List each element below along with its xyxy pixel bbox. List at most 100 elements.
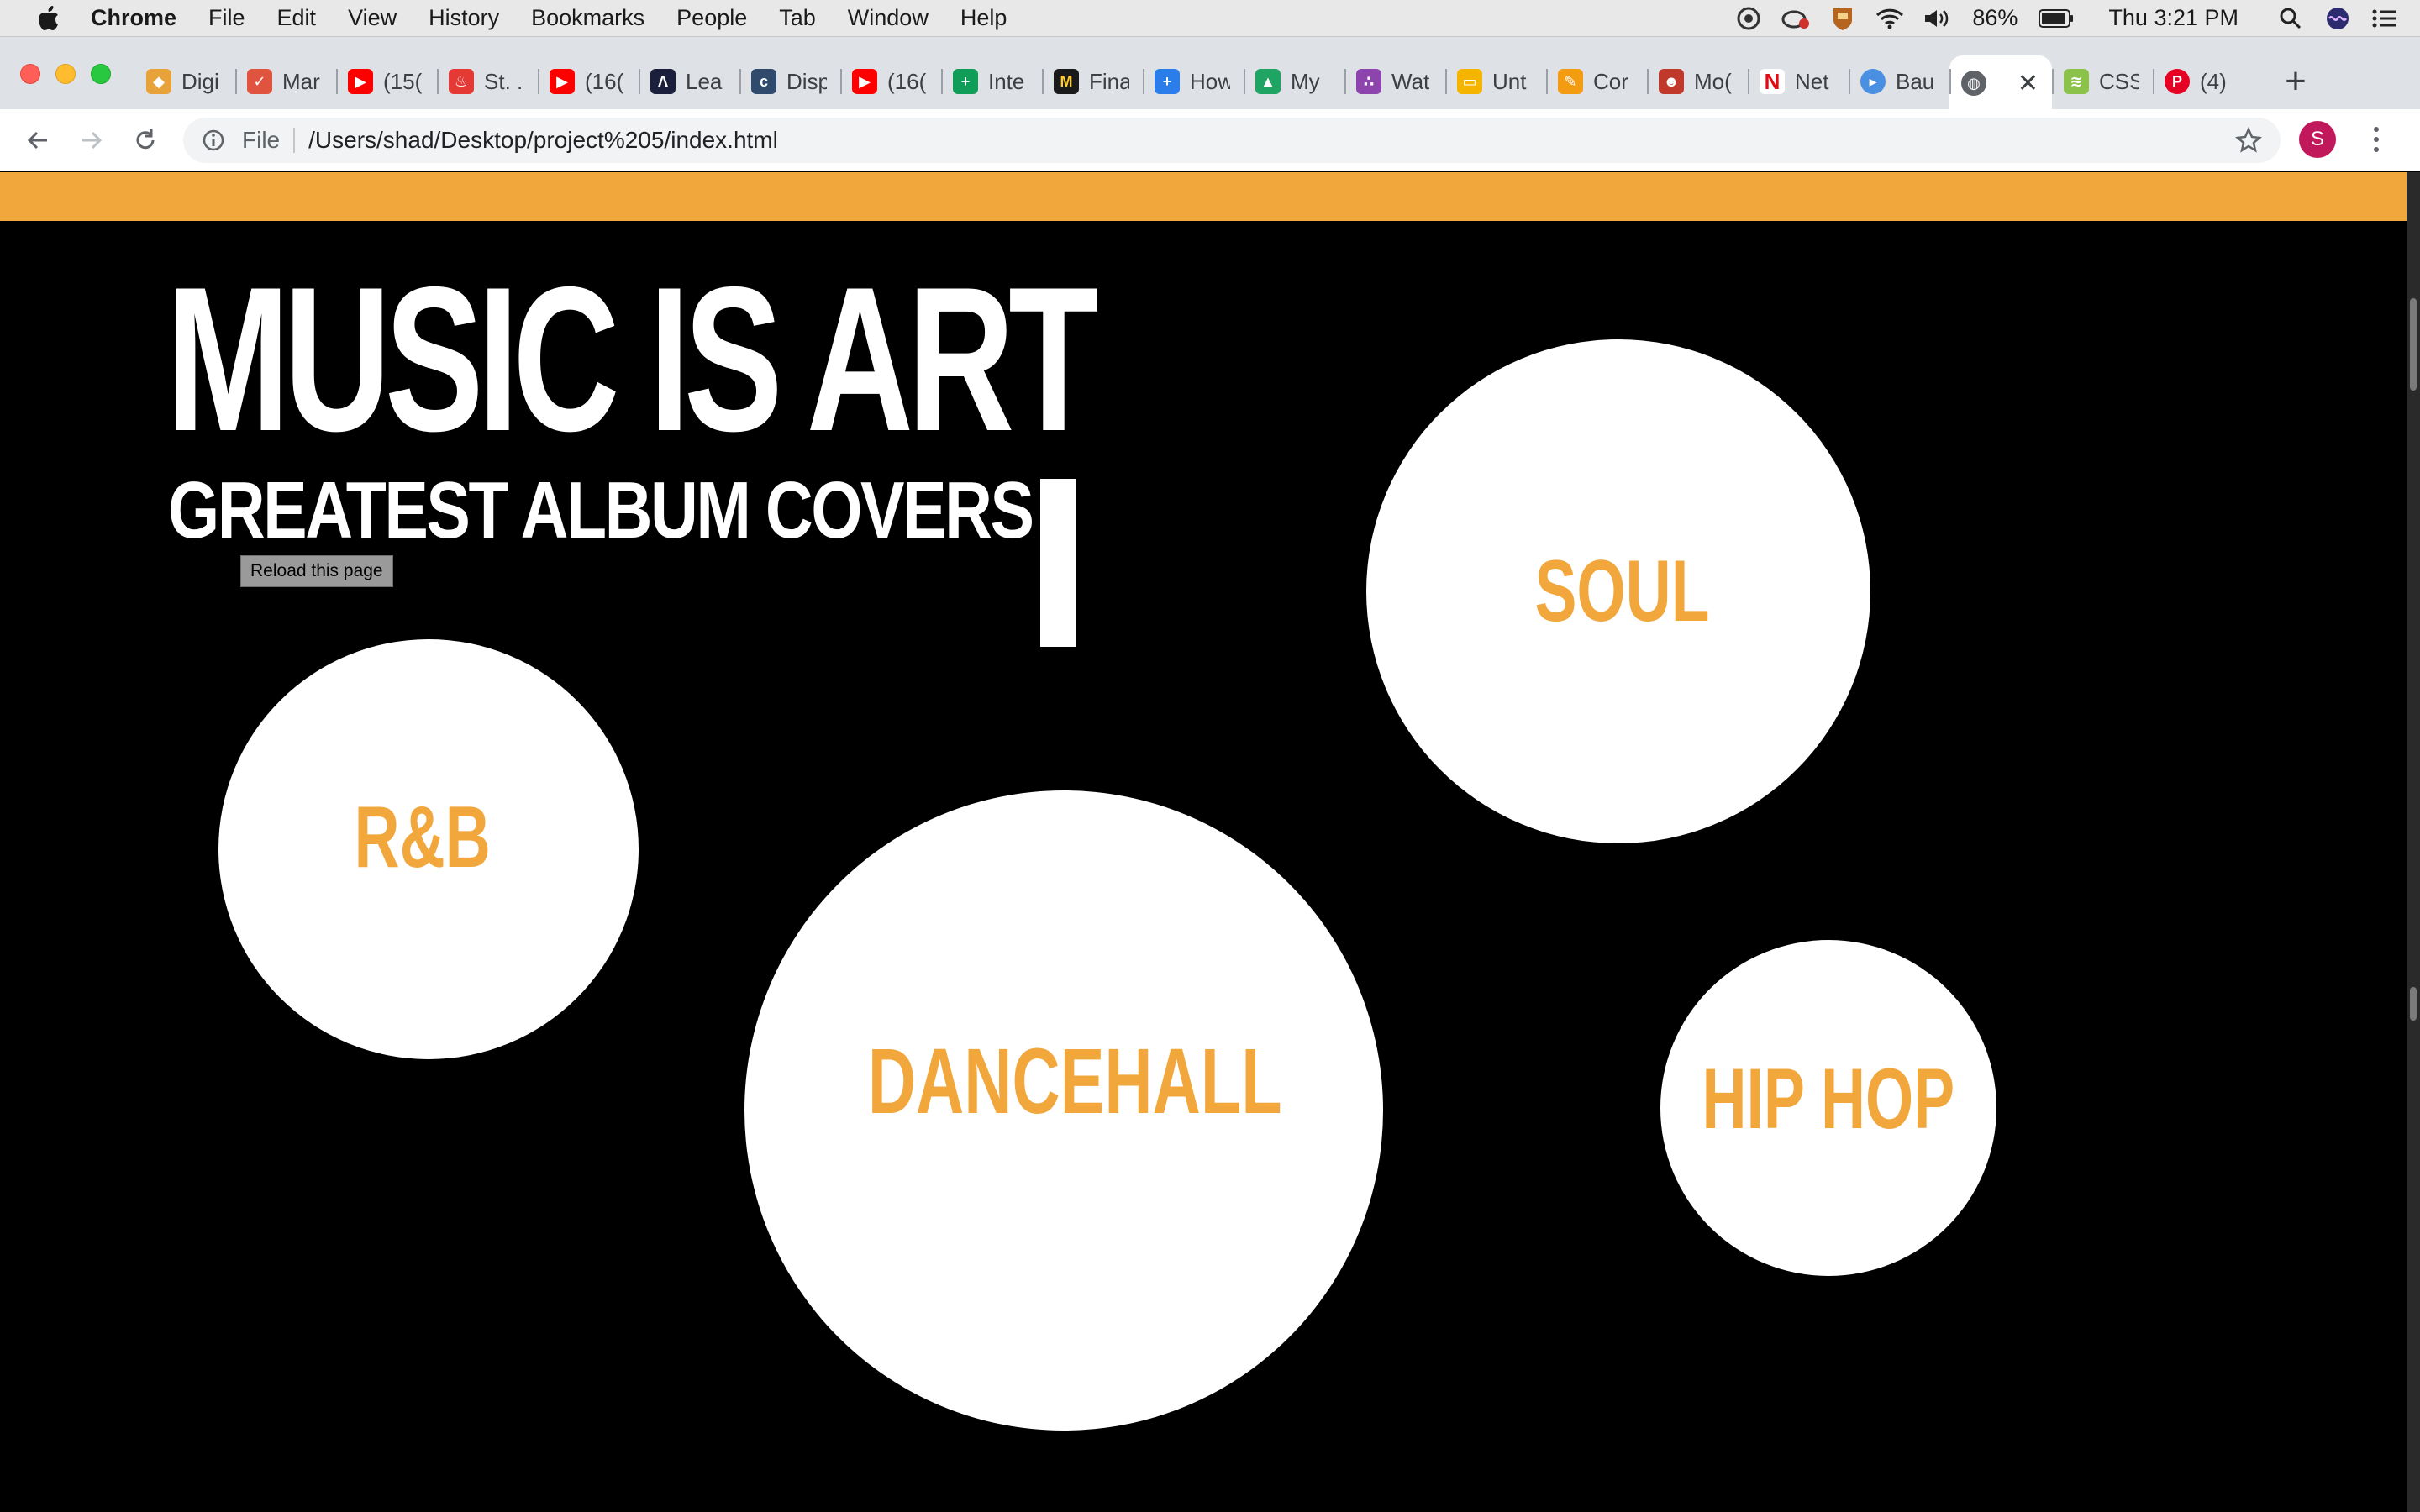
menubar-clock[interactable]: Thu 3:21 PM [2108, 5, 2238, 31]
menu-tab[interactable]: Tab [779, 5, 816, 31]
wifi-icon[interactable] [1875, 5, 1905, 32]
page-subtitle: GREATEST ALBUM COVERS [168, 465, 1034, 555]
menu-view[interactable]: View [348, 5, 397, 31]
checkmark-icon: ✓ [247, 69, 272, 94]
scrollbar-thumb[interactable] [2410, 298, 2417, 391]
tab-title: Inte [988, 68, 1025, 94]
browser-tab[interactable]: ▸ Bau [1849, 55, 1949, 108]
genre-bubble-dancehall[interactable]: DANCEHALL [744, 790, 1383, 1431]
reload-tooltip: Reload this page [240, 555, 393, 587]
apple-icon[interactable] [32, 2, 66, 35]
forward-button[interactable] [71, 119, 113, 161]
browser-tab[interactable]: M Fina [1042, 55, 1143, 108]
spotlight-search-icon[interactable] [2275, 5, 2306, 32]
back-button[interactable] [17, 119, 59, 161]
address-bar[interactable]: File /Users/shad/Desktop/project%205/ind… [183, 118, 2281, 163]
menu-bookmarks[interactable]: Bookmarks [531, 5, 644, 31]
menu-history[interactable]: History [429, 5, 499, 31]
bubble-connector-stem [1040, 479, 1076, 647]
tab-title: (15( [383, 68, 423, 94]
browser-tab[interactable]: + How [1143, 55, 1244, 108]
creative-cloud-icon[interactable] [1781, 5, 1811, 32]
tab-title: Disp [786, 68, 827, 94]
tab-title: Net [1795, 68, 1829, 94]
menu-edit[interactable]: Edit [277, 5, 317, 31]
tab-title: Wat [1392, 68, 1430, 94]
siri-icon[interactable] [2323, 5, 2353, 32]
shield-badge-icon[interactable] [1828, 5, 1858, 32]
browser-tab[interactable]: ▶ (16( [840, 55, 941, 108]
youtube-icon: ▶ [852, 69, 877, 94]
browser-tab[interactable]: + Inte [941, 55, 1042, 108]
browser-tab[interactable]: ✓ Mar [235, 55, 336, 108]
genre-bubble-hip-hop[interactable]: HIP HOP [1660, 940, 1996, 1276]
page-title: MUSIC IS ART [166, 244, 1099, 474]
globe-icon: ◍ [1961, 71, 1986, 96]
genre-bubble-soul[interactable]: SOUL [1366, 339, 1870, 843]
browser-tab-active[interactable]: ◍ ✕ [1949, 55, 2052, 111]
browser-tab[interactable]: ∴ Wat [1344, 55, 1445, 108]
kebab-menu-icon[interactable] [2360, 121, 2393, 158]
url-text[interactable]: /Users/shad/Desktop/project%205/index.ht… [308, 127, 778, 154]
dots-icon: ∴ [1356, 69, 1381, 94]
reload-button[interactable] [124, 119, 166, 161]
tab-list: ◆ Digi ✓ Mar ▶ (15( ♨ St. . ▶ (16( Λ Lea c Disp… [134, 54, 2321, 111]
youtube-icon: ▶ [348, 69, 373, 94]
browser-tab[interactable]: ▭ Unt [1445, 55, 1546, 108]
tab-title: Mar [282, 68, 320, 94]
pinterest-icon: P [2165, 69, 2190, 94]
tab-close-icon[interactable]: ✕ [2018, 69, 2039, 98]
browser-tab[interactable]: ✎ Cor [1546, 55, 1647, 108]
tab-title: Mo( [1694, 68, 1732, 94]
menu-people[interactable]: People [676, 5, 747, 31]
arrow-right-icon [82, 131, 103, 149]
volume-icon[interactable] [1922, 5, 1952, 32]
menu-window[interactable]: Window [848, 5, 929, 31]
info-icon[interactable] [200, 127, 227, 154]
drive-icon: ▲ [1255, 69, 1281, 94]
browser-tab[interactable]: N Net [1748, 55, 1849, 108]
browser-tab[interactable]: P (4) [2153, 55, 2254, 108]
battery-icon[interactable] [2038, 5, 2075, 32]
colorful-gem-icon: ◆ [146, 69, 171, 94]
aperture-icon[interactable] [1733, 5, 1764, 32]
slides-icon: ▭ [1457, 69, 1482, 94]
tab-title: (16( [887, 68, 927, 94]
vertical-scrollbar[interactable] [2407, 172, 2420, 1512]
window-close-button[interactable] [20, 64, 40, 84]
browser-tab[interactable]: ☻ Mo( [1647, 55, 1748, 108]
genre-label: DANCEHALL [867, 1030, 1282, 1133]
menu-app-name[interactable]: Chrome [91, 5, 176, 31]
browser-tab[interactable]: Λ Lea [639, 55, 739, 108]
browser-tab[interactable]: ◆ Digi [134, 55, 235, 108]
new-tab-button[interactable]: + [2270, 56, 2321, 107]
profile-avatar[interactable]: S [2299, 121, 2336, 158]
menu-file[interactable]: File [208, 5, 245, 31]
genre-bubble-rnb[interactable]: R&B [218, 639, 639, 1059]
window-minimize-button[interactable] [55, 64, 76, 84]
browser-tab[interactable]: ♨ St. . [437, 55, 538, 108]
tab-title: How [1190, 68, 1230, 94]
document-icon: c [751, 69, 776, 94]
browser-tab[interactable]: ≋ CSS [2052, 55, 2153, 108]
browser-tab[interactable]: ▲ My [1244, 55, 1344, 108]
genre-label: HIP HOP [1702, 1051, 1955, 1147]
tab-title: My [1291, 68, 1320, 94]
tab-title: CSS [2099, 68, 2139, 94]
menu-help[interactable]: Help [960, 5, 1007, 31]
notification-center-icon[interactable] [2370, 5, 2400, 32]
angular-icon: Λ [650, 69, 676, 94]
genre-label: R&B [354, 789, 492, 886]
browser-tab[interactable]: ▶ (16( [538, 55, 639, 108]
page-viewport: MUSIC IS ART GREATEST ALBUM COVERS R&B D… [0, 172, 2407, 1512]
orange-top-bar [0, 172, 2407, 221]
browser-tab[interactable]: ▶ (15( [336, 55, 437, 108]
address-divider [293, 128, 296, 153]
window-maximize-button[interactable] [91, 64, 111, 84]
flame-icon: ♨ [449, 69, 474, 94]
browser-tab-strip: ◆ Digi ✓ Mar ▶ (15( ♨ St. . ▶ (16( Λ Lea c Disp… [0, 37, 2420, 111]
browser-toolbar: File /Users/shad/Desktop/project%205/ind… [0, 109, 2420, 171]
browser-tab[interactable]: c Disp [739, 55, 840, 108]
pencil-icon: ✎ [1558, 69, 1583, 94]
bookmark-star-icon[interactable] [2235, 127, 2262, 154]
